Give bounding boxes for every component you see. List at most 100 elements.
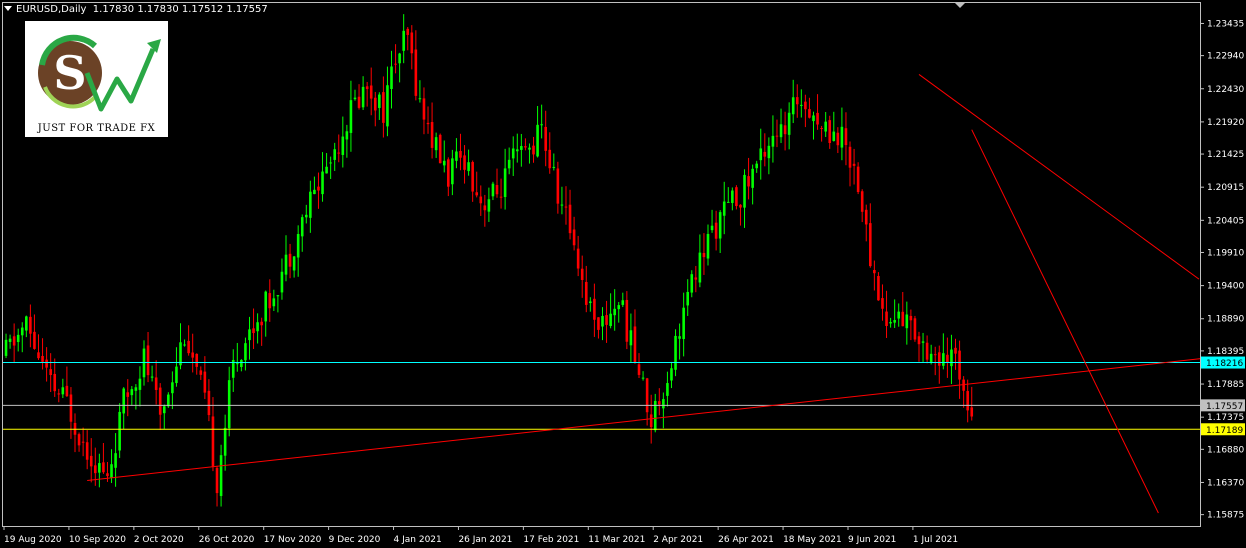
candle	[231, 349, 235, 392]
time-tick-label: 17 Nov 2020	[264, 535, 322, 545]
candle-body	[848, 146, 852, 168]
candle	[775, 119, 779, 148]
candle	[61, 378, 65, 399]
candle-body	[791, 97, 795, 115]
candle-body	[601, 315, 604, 327]
candle-body	[917, 336, 921, 345]
candle-body	[767, 145, 771, 159]
candle	[426, 106, 430, 134]
ohlc-values: 1.17830 1.17830 1.17512 1.17557	[92, 4, 268, 15]
candle	[864, 204, 868, 242]
candle-body	[649, 414, 653, 428]
candle-body	[20, 327, 24, 336]
candle	[946, 337, 949, 378]
candle	[495, 168, 499, 198]
scroll-marker-icon[interactable]	[955, 3, 965, 8]
candle	[937, 345, 941, 384]
candle	[658, 388, 661, 416]
candle	[81, 427, 85, 457]
candle	[540, 104, 543, 139]
candle-body	[81, 441, 85, 443]
candle-body	[662, 399, 665, 409]
candle	[215, 465, 219, 507]
candle-body	[175, 366, 178, 384]
candle-body	[37, 352, 40, 359]
candle	[171, 371, 174, 410]
candle-body	[877, 276, 880, 301]
candle-body	[718, 212, 722, 239]
price-tick-label: 1.18890	[1207, 315, 1244, 325]
candle-body	[361, 86, 365, 108]
candle	[337, 134, 341, 163]
candle	[20, 322, 24, 353]
candle	[856, 162, 860, 195]
candle	[491, 181, 495, 201]
candle-body	[154, 377, 158, 390]
candle	[877, 272, 880, 301]
candle-body	[771, 135, 775, 147]
candle-body	[162, 406, 166, 414]
candle-body	[869, 223, 872, 267]
candle-body	[199, 370, 203, 375]
candle-body	[134, 387, 138, 391]
candle	[905, 301, 909, 345]
candle-body	[564, 206, 568, 208]
candle-body	[25, 316, 28, 331]
candle	[528, 143, 531, 164]
chart-header: EURUSD,Daily 1.17830 1.17830 1.17512 1.1…	[4, 4, 268, 15]
candle	[751, 164, 754, 205]
candle-body	[77, 434, 81, 446]
candle	[617, 301, 621, 323]
candle	[755, 160, 758, 173]
candle	[126, 379, 130, 417]
candle-body	[219, 455, 223, 496]
candle-body	[828, 120, 832, 143]
candle	[560, 186, 564, 215]
candle	[706, 224, 710, 266]
candle-body	[223, 427, 227, 456]
price-tag-label: 1.17189	[1206, 426, 1243, 436]
candle	[357, 84, 361, 110]
candle	[138, 366, 142, 407]
candle	[398, 52, 401, 83]
price-tag-label: 1.17557	[1206, 402, 1243, 412]
candle-body	[946, 354, 949, 363]
candle-body	[520, 146, 523, 150]
candle-body	[629, 330, 633, 346]
price-chart[interactable]: 1.23435 1.22940 1.22430 1.21920 1.21425 1.209…	[0, 0, 1246, 548]
dropdown-arrow-icon[interactable]	[4, 6, 12, 11]
price-axis[interactable]: 1.23435 1.22940 1.22430 1.21920 1.21425 1.209…	[1200, 19, 1244, 521]
trendline[interactable]	[87, 357, 1204, 482]
time-axis[interactable]: 19 Aug 2020 10 Sep 2020 2 Oct 2020 26 Oct 2…	[3, 526, 958, 545]
candle	[589, 297, 592, 312]
candle	[483, 194, 487, 227]
candle-body	[856, 166, 860, 193]
candle-body	[637, 364, 641, 375]
dollar-growth-logo-icon: S	[38, 34, 161, 112]
candle-body	[260, 321, 263, 326]
candle-body	[252, 328, 255, 334]
candle	[698, 234, 702, 288]
candle	[816, 94, 819, 130]
candle	[674, 329, 677, 377]
time-tick-label: 26 Oct 2020	[199, 535, 255, 545]
candle-body	[552, 166, 556, 168]
candle-body	[382, 92, 385, 123]
trendline[interactable]	[971, 129, 1159, 514]
candle	[304, 204, 308, 224]
candle	[386, 66, 389, 137]
candle-body	[93, 465, 97, 474]
trendline[interactable]	[918, 74, 1200, 280]
candle-body	[633, 326, 637, 363]
candle	[57, 388, 61, 403]
time-tick-label: 10 Sep 2020	[69, 535, 126, 545]
candle	[625, 291, 629, 350]
candle	[434, 132, 438, 158]
candle	[333, 142, 336, 171]
candle-body	[812, 115, 815, 122]
candle	[710, 209, 714, 233]
candle-body	[937, 352, 941, 366]
candle	[605, 300, 608, 343]
candle	[98, 453, 101, 488]
candle-body	[215, 467, 219, 494]
